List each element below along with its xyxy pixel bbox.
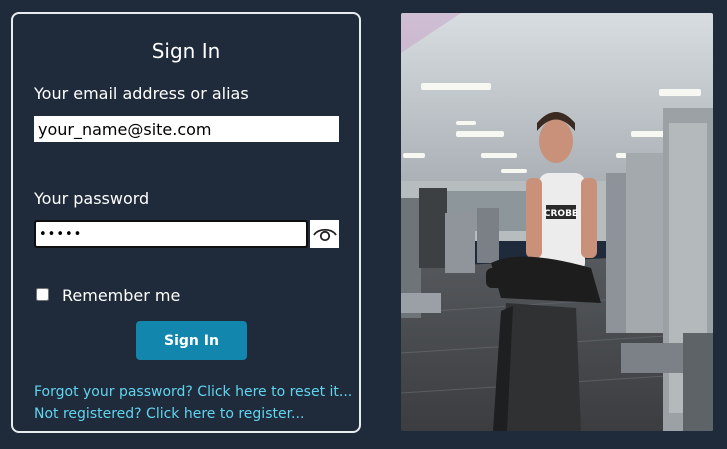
email-label: Your email address or alias [34, 84, 249, 103]
gym-photo: CROBE [401, 13, 713, 431]
password-label: Your password [34, 189, 150, 208]
sign-in-button[interactable]: Sign In [136, 321, 247, 360]
forgot-password-link[interactable]: Forgot your password? Click here to rese… [34, 384, 352, 400]
login-title: Sign In [151, 39, 221, 63]
password-input[interactable] [34, 220, 308, 248]
show-password-button[interactable] [310, 220, 339, 248]
remember-me-toggle[interactable] [36, 288, 49, 301]
remember-me-checkbox[interactable] [36, 288, 49, 301]
remember-me-label: Remember me [62, 286, 181, 305]
register-link[interactable]: Not registered? Click here to register..… [34, 406, 304, 422]
eye-icon [312, 228, 337, 242]
page: Sign In Your email address or alias Your… [0, 0, 727, 449]
email-input[interactable] [34, 116, 339, 142]
login-card: Sign In Your email address or alias Your… [11, 12, 361, 433]
shirt-print: CROBE [544, 209, 578, 219]
